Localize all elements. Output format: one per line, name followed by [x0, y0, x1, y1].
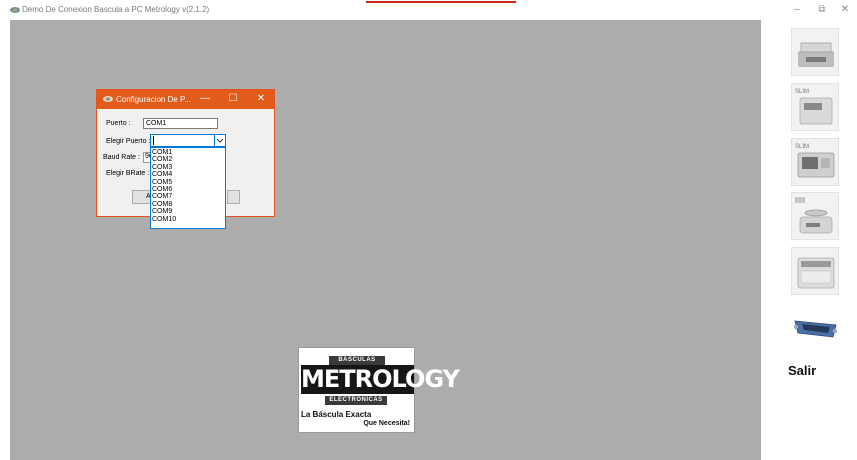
- dialog-app-icon: [103, 96, 113, 102]
- close-button[interactable]: ✕: [836, 4, 854, 16]
- right-tool-panel: SLIM SLIM Salir: [761, 20, 857, 460]
- logo-main-text: METROLOGY: [301, 365, 460, 394]
- chevron-down-icon: [216, 138, 224, 143]
- elegir-brate-label: Elegir BRate :: [106, 170, 150, 177]
- combo-dropdown-button[interactable]: [214, 135, 225, 146]
- metrology-logo: BÁSCULAS METROLOGY ELECTRÓNICAS La Báscu…: [298, 347, 460, 433]
- port-dropdown-list: COM1 COM2 COM3 COM4 COM5 COM6 COM7 COM8 …: [150, 147, 226, 229]
- indicator-tool-button-1[interactable]: SLIM: [791, 83, 839, 131]
- indicator-icon: SLIM: [795, 89, 833, 125]
- logo-top-text: BÁSCULAS: [329, 356, 385, 365]
- elegir-puerto-label: Elegir Puerto :: [106, 138, 151, 145]
- svg-text:SLIM: SLIM: [795, 144, 809, 150]
- dropdown-option-com4[interactable]: COM4: [151, 171, 225, 178]
- dropdown-option-com6[interactable]: COM6: [151, 186, 225, 193]
- dialog-title: Configuracion De P...: [116, 95, 192, 104]
- scale-tool-button[interactable]: [791, 28, 839, 76]
- dropdown-option-com1[interactable]: COM1: [151, 149, 225, 156]
- price-scale-icon: [797, 257, 835, 289]
- cancel-button[interactable]: [227, 190, 240, 204]
- text-caret: [153, 136, 154, 145]
- serial-port-icon: [793, 320, 838, 338]
- scale-icon: [798, 42, 834, 67]
- dropdown-option-com9[interactable]: COM9: [151, 208, 225, 215]
- app-icon: [10, 7, 20, 13]
- dropdown-option-com3[interactable]: COM3: [151, 164, 225, 171]
- indicator-icon: SLIM: [795, 144, 835, 178]
- logo-sub-text: ELECTRÓNICAS: [325, 396, 387, 405]
- puerto-label: Puerto :: [106, 120, 131, 127]
- dropdown-option-com5[interactable]: COM5: [151, 179, 225, 186]
- dropdown-option-com7[interactable]: COM7: [151, 193, 225, 200]
- minimize-button[interactable]: –: [788, 4, 806, 16]
- dropdown-option-com2[interactable]: COM2: [151, 156, 225, 163]
- balance-tool-button[interactable]: [791, 192, 839, 240]
- serial-port-tool-button[interactable]: [791, 302, 839, 350]
- puerto-field[interactable]: COM1: [143, 118, 218, 129]
- dialog-close-button[interactable]: ✕: [254, 93, 268, 105]
- logo-tagline-1: La Báscula Exacta: [301, 410, 372, 419]
- exit-button[interactable]: Salir: [788, 363, 816, 378]
- window-title: Demo De Conexion Bascula a PC Metrology …: [22, 5, 210, 14]
- indicator-tool-button-2[interactable]: SLIM: [791, 138, 839, 186]
- dropdown-option-com8[interactable]: COM8: [151, 201, 225, 208]
- logo-tagline-2: Que Necesita!: [363, 420, 410, 427]
- window-titlebar: Demo De Conexion Bascula a PC Metrology …: [0, 0, 857, 20]
- svg-text:SLIM: SLIM: [795, 89, 809, 95]
- dialog-minimize-button[interactable]: —: [198, 93, 212, 105]
- price-scale-tool-button[interactable]: [791, 247, 839, 295]
- elegir-puerto-combo[interactable]: [150, 134, 226, 147]
- dialog-titlebar: Configuracion De P... — ☐ ✕: [97, 90, 274, 109]
- balance-icon: [795, 197, 833, 234]
- dialog-maximize-button[interactable]: ☐: [226, 93, 240, 105]
- accept-button[interactable]: A: [132, 190, 151, 204]
- dropdown-option-com10[interactable]: COM10: [151, 216, 225, 223]
- baud-rate-label: Baud Rate :: [103, 154, 140, 161]
- titlebar-accent: [366, 1, 516, 3]
- restore-button[interactable]: ⧉: [813, 4, 831, 16]
